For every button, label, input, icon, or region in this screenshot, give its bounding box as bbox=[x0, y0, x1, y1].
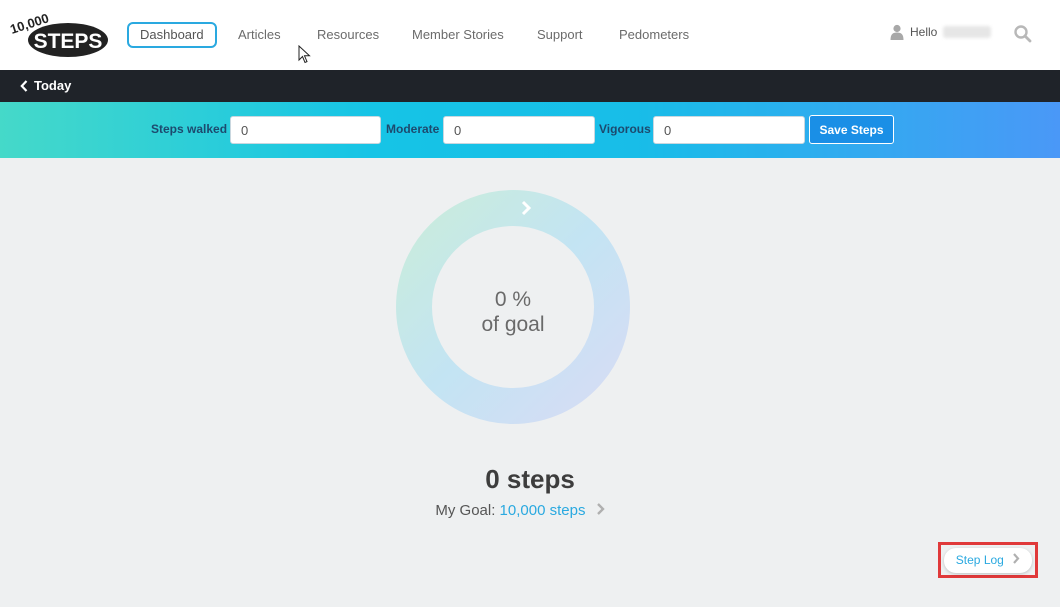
nav-support[interactable]: Support bbox=[537, 22, 583, 48]
goal-line: My Goal: 10,000 steps bbox=[0, 502, 1040, 519]
nav-dashboard[interactable]: Dashboard bbox=[127, 22, 217, 48]
logo-steps-text: STEPS bbox=[34, 30, 103, 53]
steps-total: 0 steps bbox=[485, 464, 575, 494]
goal-prefix: My Goal: bbox=[435, 502, 496, 519]
user-menu[interactable]: Hello bbox=[890, 24, 992, 40]
nav-member-stories[interactable]: Member Stories bbox=[412, 22, 504, 48]
chevron-left-icon bbox=[20, 79, 28, 92]
nav-resources[interactable]: Resources bbox=[317, 22, 379, 48]
steps-walked-input[interactable] bbox=[230, 116, 381, 144]
date-bar: Today bbox=[0, 70, 1060, 102]
brand-logo[interactable]: 10,000 STEPS bbox=[10, 10, 110, 60]
nav-articles[interactable]: Articles bbox=[238, 22, 281, 48]
vigorous-input[interactable] bbox=[653, 116, 805, 144]
moderate-label: Moderate bbox=[386, 122, 440, 136]
today-label: Today bbox=[34, 78, 72, 93]
nav-pedometers[interactable]: Pedometers bbox=[619, 22, 689, 48]
greeting-text: Hello bbox=[910, 25, 938, 39]
today-back-button[interactable]: Today bbox=[20, 78, 71, 93]
goal-percent-caption: of goal bbox=[481, 313, 545, 336]
goal-link[interactable]: 10,000 steps bbox=[500, 502, 586, 519]
step-log-label: Step Log bbox=[955, 553, 1004, 567]
chevron-right-icon[interactable] bbox=[596, 503, 605, 515]
user-icon bbox=[890, 24, 904, 40]
steps-walked-label: Steps walked bbox=[151, 122, 228, 136]
goal-percent-value: 0 % bbox=[494, 288, 532, 311]
step-log-button[interactable]: Step Log bbox=[944, 548, 1032, 573]
goal-percent-display: 0 % of goal bbox=[396, 287, 630, 337]
mouse-cursor-icon bbox=[298, 45, 311, 64]
search-icon[interactable] bbox=[1013, 24, 1033, 44]
vigorous-label: Vigorous bbox=[599, 122, 651, 136]
moderate-input[interactable] bbox=[443, 116, 595, 144]
save-steps-button[interactable]: Save Steps bbox=[809, 115, 894, 144]
chevron-right-icon bbox=[1013, 553, 1020, 564]
top-navigation: 10,000 STEPS Dashboard Articles Resource… bbox=[0, 0, 1060, 70]
username-blurred bbox=[943, 26, 992, 38]
